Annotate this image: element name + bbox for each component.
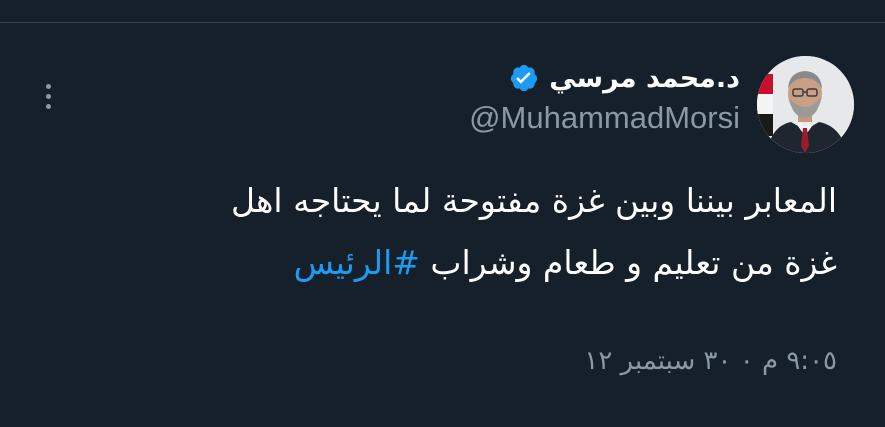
tweet-card[interactable]: د.محمد مرسي @MuhammadMorsi المعابر بيننا… (0, 23, 885, 427)
more-options-button[interactable] (36, 76, 60, 116)
tweet-text-line-2-body: غزة من تعليم و طعام وشراب (430, 243, 837, 282)
author-display-name[interactable]: د.محمد مرسي (549, 63, 740, 94)
author-handle[interactable]: @MuhammadMorsi (469, 100, 740, 136)
avatar[interactable] (757, 56, 854, 153)
tweet-text-line-1: المعابر بيننا وبين غزة مفتوحة لما يحتاجه… (231, 181, 837, 220)
profile-photo-icon (757, 56, 854, 153)
more-dot-icon (45, 93, 51, 99)
tweet-timestamp[interactable]: ٩:٠٥ م ٠ ٣٠ سبتمبر ١٢ (584, 346, 837, 376)
more-dot-icon (45, 83, 51, 89)
tweet-text-line-2: غزة من تعليم و طعام وشراب #الرئيس (37, 232, 837, 294)
verified-badge-icon (509, 63, 539, 93)
tweet-text: المعابر بيننا وبين غزة مفتوحة لما يحتاجه… (37, 170, 837, 294)
author-name-row: د.محمد مرسي (509, 58, 740, 98)
more-dot-icon (45, 103, 51, 109)
hashtag-link[interactable]: #الرئيس (294, 243, 420, 282)
